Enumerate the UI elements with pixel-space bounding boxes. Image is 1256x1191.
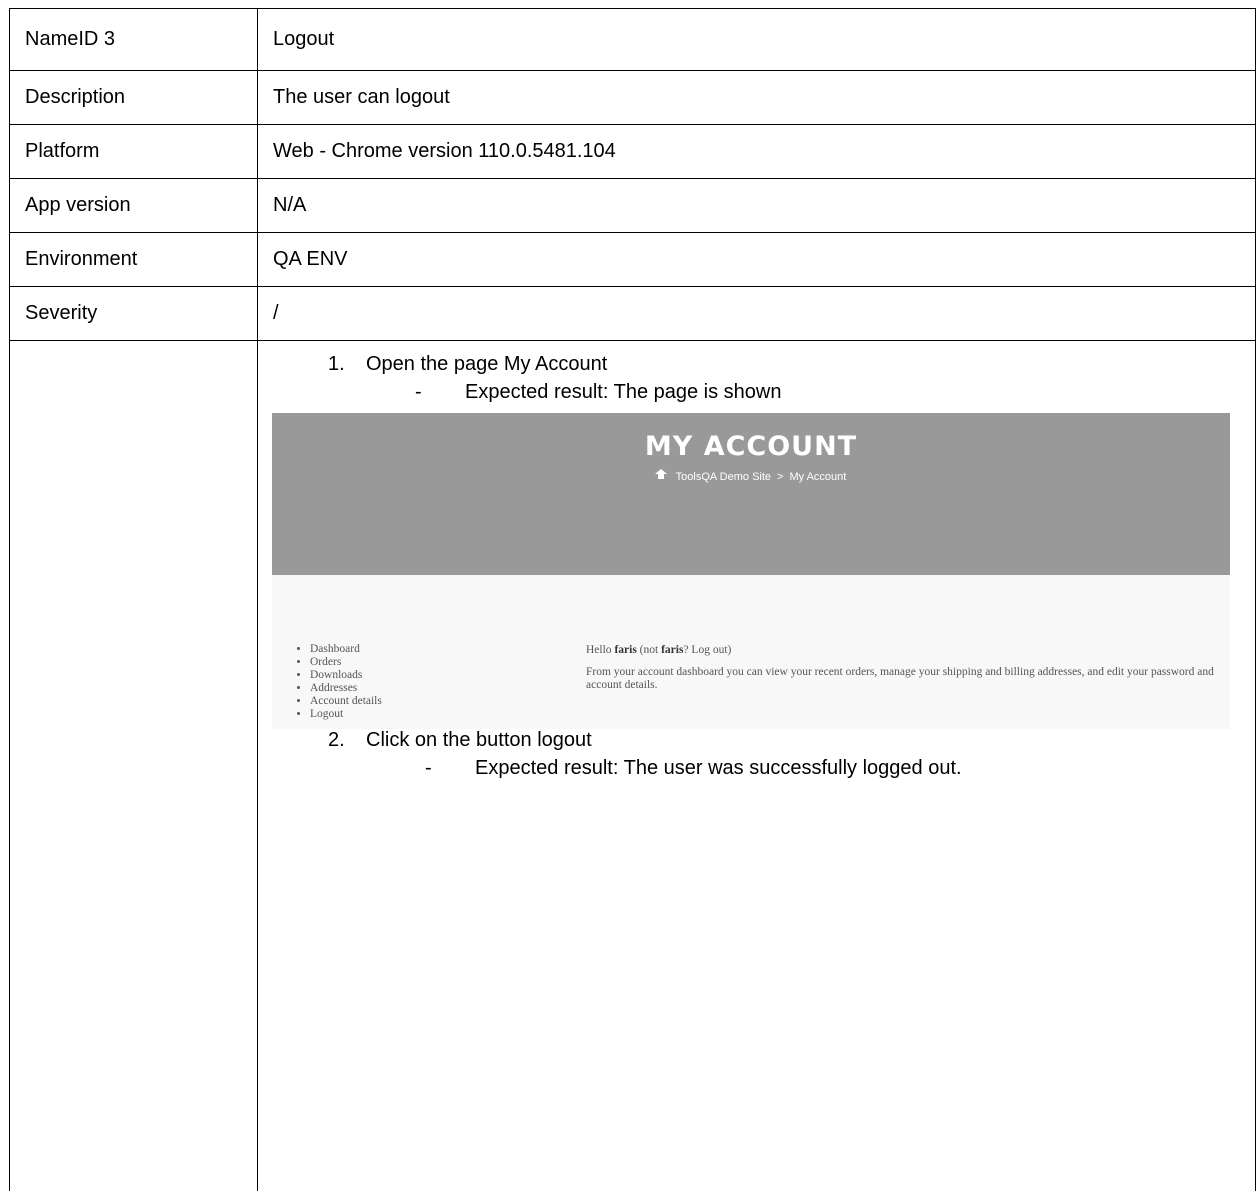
- value-environment: QA ENV: [258, 233, 1256, 287]
- step-2: 2. Click on the button logout: [258, 729, 1255, 757]
- step-2-expected: - Expected result: The user was successf…: [258, 757, 1255, 785]
- label-nameid: NameID 3: [10, 9, 258, 71]
- nav-logout: Logout: [310, 708, 382, 721]
- step-1-dash: -: [415, 381, 422, 404]
- my-account-screenshot: MY ACCOUNT ToolsQA Demo Site>My Account …: [272, 413, 1230, 729]
- row-description: Description The user can logout: [10, 71, 1256, 125]
- value-nameid: Logout: [258, 9, 1256, 71]
- account-navigation: Dashboard Orders Downloads Addresses Acc…: [290, 643, 382, 721]
- nav-dashboard: Dashboard: [310, 643, 382, 656]
- test-case-table: NameID 3 Logout Description The user can…: [9, 8, 1256, 1191]
- hello-user-2: faris: [661, 644, 683, 656]
- label-severity: Severity: [10, 287, 258, 341]
- dashboard-description: From your account dashboard you can view…: [586, 666, 1226, 692]
- label-platform: Platform: [10, 125, 258, 179]
- nav-downloads: Downloads: [310, 669, 382, 682]
- row-severity: Severity /: [10, 287, 1256, 341]
- row-steps: 1. Open the page My Account - Expected r…: [10, 341, 1256, 1191]
- nav-account-details: Account details: [310, 695, 382, 708]
- steps-cell: 1. Open the page My Account - Expected r…: [258, 341, 1256, 1191]
- step-1-expected: - Expected result: The page is shown: [258, 381, 1255, 405]
- value-severity: /: [258, 287, 1256, 341]
- nav-addresses: Addresses: [310, 682, 382, 695]
- label-description: Description: [10, 71, 258, 125]
- hello-message: Hello faris (not faris? Log out): [586, 644, 731, 656]
- hero-banner: MY ACCOUNT ToolsQA Demo Site > My Account: [272, 413, 1230, 575]
- hello-suffix: ? Log out): [683, 644, 731, 656]
- hello-prefix: Hello: [586, 644, 614, 656]
- step-2-expected-text: Expected result: The user was successful…: [475, 757, 962, 780]
- row-nameid: NameID 3 Logout: [10, 9, 1256, 71]
- home-icon: [656, 472, 666, 481]
- value-platform: Web - Chrome version 110.0.5481.104: [258, 125, 1256, 179]
- row-platform: Platform Web - Chrome version 110.0.5481…: [10, 125, 1256, 179]
- label-environment: Environment: [10, 233, 258, 287]
- step-1: 1. Open the page My Account: [258, 341, 1255, 381]
- value-app-version: N/A: [258, 179, 1256, 233]
- value-description: The user can logout: [258, 71, 1256, 125]
- step-2-number: 2.: [328, 729, 345, 752]
- breadcrumb-current: My Account: [789, 471, 846, 483]
- hello-user: faris: [614, 644, 636, 656]
- step-1-expected-text: Expected result: The page is shown: [465, 381, 781, 404]
- nav-orders: Orders: [310, 656, 382, 669]
- label-app-version: App version: [10, 179, 258, 233]
- breadcrumb: ToolsQA Demo Site > My Account: [272, 471, 1230, 483]
- steps-label-cell: [10, 341, 258, 1191]
- hello-mid: (not: [637, 644, 661, 656]
- row-environment: Environment QA ENV: [10, 233, 1256, 287]
- step-2-dash: -: [425, 757, 432, 780]
- step-1-text: Open the page My Account: [366, 353, 607, 376]
- breadcrumb-home: ToolsQA Demo Site: [676, 471, 771, 483]
- hero-title: MY ACCOUNT: [272, 431, 1230, 462]
- step-2-text: Click on the button logout: [366, 729, 592, 752]
- breadcrumb-separator: >: [777, 471, 783, 483]
- row-app-version: App version N/A: [10, 179, 1256, 233]
- step-1-number: 1.: [328, 353, 345, 376]
